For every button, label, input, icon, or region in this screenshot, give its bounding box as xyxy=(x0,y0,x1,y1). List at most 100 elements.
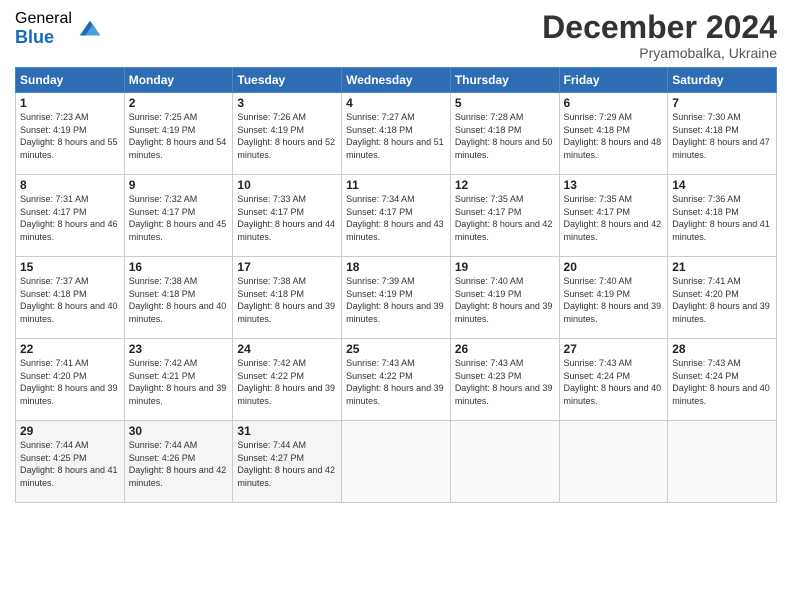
day-number: 15 xyxy=(20,260,120,274)
col-tuesday: Tuesday xyxy=(233,68,342,93)
day-number: 16 xyxy=(129,260,229,274)
calendar-table: Sunday Monday Tuesday Wednesday Thursday… xyxy=(15,67,777,503)
cell-info: Sunrise: 7:31 AMSunset: 4:17 PMDaylight:… xyxy=(20,193,120,243)
table-row: 21Sunrise: 7:41 AMSunset: 4:20 PMDayligh… xyxy=(668,257,777,339)
cell-info: Sunrise: 7:44 AMSunset: 4:27 PMDaylight:… xyxy=(237,439,337,489)
day-number: 26 xyxy=(455,342,555,356)
logo-blue: Blue xyxy=(15,28,72,48)
col-monday: Monday xyxy=(124,68,233,93)
subtitle: Pryamobalka, Ukraine xyxy=(542,45,777,61)
table-row: 16Sunrise: 7:38 AMSunset: 4:18 PMDayligh… xyxy=(124,257,233,339)
cell-info: Sunrise: 7:41 AMSunset: 4:20 PMDaylight:… xyxy=(672,275,772,325)
table-row xyxy=(559,421,668,503)
cell-info: Sunrise: 7:37 AMSunset: 4:18 PMDaylight:… xyxy=(20,275,120,325)
day-number: 18 xyxy=(346,260,446,274)
table-row xyxy=(450,421,559,503)
day-number: 10 xyxy=(237,178,337,192)
logo-icon xyxy=(76,15,104,43)
cell-info: Sunrise: 7:26 AMSunset: 4:19 PMDaylight:… xyxy=(237,111,337,161)
table-row: 10Sunrise: 7:33 AMSunset: 4:17 PMDayligh… xyxy=(233,175,342,257)
cell-info: Sunrise: 7:40 AMSunset: 4:19 PMDaylight:… xyxy=(564,275,664,325)
table-row: 17Sunrise: 7:38 AMSunset: 4:18 PMDayligh… xyxy=(233,257,342,339)
table-row: 13Sunrise: 7:35 AMSunset: 4:17 PMDayligh… xyxy=(559,175,668,257)
table-row: 7Sunrise: 7:30 AMSunset: 4:18 PMDaylight… xyxy=(668,93,777,175)
cell-info: Sunrise: 7:41 AMSunset: 4:20 PMDaylight:… xyxy=(20,357,120,407)
table-row: 14Sunrise: 7:36 AMSunset: 4:18 PMDayligh… xyxy=(668,175,777,257)
day-number: 13 xyxy=(564,178,664,192)
cell-info: Sunrise: 7:35 AMSunset: 4:17 PMDaylight:… xyxy=(455,193,555,243)
table-row: 30Sunrise: 7:44 AMSunset: 4:26 PMDayligh… xyxy=(124,421,233,503)
day-number: 6 xyxy=(564,96,664,110)
logo: General Blue xyxy=(15,10,104,47)
cell-info: Sunrise: 7:27 AMSunset: 4:18 PMDaylight:… xyxy=(346,111,446,161)
table-row: 18Sunrise: 7:39 AMSunset: 4:19 PMDayligh… xyxy=(342,257,451,339)
cell-info: Sunrise: 7:35 AMSunset: 4:17 PMDaylight:… xyxy=(564,193,664,243)
table-row: 15Sunrise: 7:37 AMSunset: 4:18 PMDayligh… xyxy=(16,257,125,339)
calendar-week-row: 15Sunrise: 7:37 AMSunset: 4:18 PMDayligh… xyxy=(16,257,777,339)
calendar-week-row: 29Sunrise: 7:44 AMSunset: 4:25 PMDayligh… xyxy=(16,421,777,503)
month-title: December 2024 xyxy=(542,10,777,45)
table-row: 23Sunrise: 7:42 AMSunset: 4:21 PMDayligh… xyxy=(124,339,233,421)
day-number: 28 xyxy=(672,342,772,356)
cell-info: Sunrise: 7:36 AMSunset: 4:18 PMDaylight:… xyxy=(672,193,772,243)
calendar-week-row: 22Sunrise: 7:41 AMSunset: 4:20 PMDayligh… xyxy=(16,339,777,421)
day-number: 5 xyxy=(455,96,555,110)
table-row: 22Sunrise: 7:41 AMSunset: 4:20 PMDayligh… xyxy=(16,339,125,421)
day-number: 27 xyxy=(564,342,664,356)
calendar-header-row: Sunday Monday Tuesday Wednesday Thursday… xyxy=(16,68,777,93)
day-number: 14 xyxy=(672,178,772,192)
table-row xyxy=(668,421,777,503)
cell-info: Sunrise: 7:38 AMSunset: 4:18 PMDaylight:… xyxy=(129,275,229,325)
table-row: 2Sunrise: 7:25 AMSunset: 4:19 PMDaylight… xyxy=(124,93,233,175)
table-row: 6Sunrise: 7:29 AMSunset: 4:18 PMDaylight… xyxy=(559,93,668,175)
cell-info: Sunrise: 7:29 AMSunset: 4:18 PMDaylight:… xyxy=(564,111,664,161)
table-row: 9Sunrise: 7:32 AMSunset: 4:17 PMDaylight… xyxy=(124,175,233,257)
table-row: 27Sunrise: 7:43 AMSunset: 4:24 PMDayligh… xyxy=(559,339,668,421)
cell-info: Sunrise: 7:23 AMSunset: 4:19 PMDaylight:… xyxy=(20,111,120,161)
cell-info: Sunrise: 7:44 AMSunset: 4:25 PMDaylight:… xyxy=(20,439,120,489)
day-number: 23 xyxy=(129,342,229,356)
cell-info: Sunrise: 7:44 AMSunset: 4:26 PMDaylight:… xyxy=(129,439,229,489)
table-row: 20Sunrise: 7:40 AMSunset: 4:19 PMDayligh… xyxy=(559,257,668,339)
day-number: 30 xyxy=(129,424,229,438)
day-number: 19 xyxy=(455,260,555,274)
day-number: 9 xyxy=(129,178,229,192)
cell-info: Sunrise: 7:43 AMSunset: 4:22 PMDaylight:… xyxy=(346,357,446,407)
calendar-week-row: 8Sunrise: 7:31 AMSunset: 4:17 PMDaylight… xyxy=(16,175,777,257)
title-block: December 2024 Pryamobalka, Ukraine xyxy=(542,10,777,61)
table-row: 25Sunrise: 7:43 AMSunset: 4:22 PMDayligh… xyxy=(342,339,451,421)
day-number: 29 xyxy=(20,424,120,438)
day-number: 31 xyxy=(237,424,337,438)
logo-general: General xyxy=(15,10,72,28)
table-row: 5Sunrise: 7:28 AMSunset: 4:18 PMDaylight… xyxy=(450,93,559,175)
day-number: 2 xyxy=(129,96,229,110)
cell-info: Sunrise: 7:32 AMSunset: 4:17 PMDaylight:… xyxy=(129,193,229,243)
cell-info: Sunrise: 7:25 AMSunset: 4:19 PMDaylight:… xyxy=(129,111,229,161)
day-number: 7 xyxy=(672,96,772,110)
day-number: 22 xyxy=(20,342,120,356)
table-row: 19Sunrise: 7:40 AMSunset: 4:19 PMDayligh… xyxy=(450,257,559,339)
col-wednesday: Wednesday xyxy=(342,68,451,93)
col-friday: Friday xyxy=(559,68,668,93)
day-number: 11 xyxy=(346,178,446,192)
table-row xyxy=(342,421,451,503)
table-row: 11Sunrise: 7:34 AMSunset: 4:17 PMDayligh… xyxy=(342,175,451,257)
table-row: 3Sunrise: 7:26 AMSunset: 4:19 PMDaylight… xyxy=(233,93,342,175)
calendar-week-row: 1Sunrise: 7:23 AMSunset: 4:19 PMDaylight… xyxy=(16,93,777,175)
cell-info: Sunrise: 7:28 AMSunset: 4:18 PMDaylight:… xyxy=(455,111,555,161)
cell-info: Sunrise: 7:40 AMSunset: 4:19 PMDaylight:… xyxy=(455,275,555,325)
table-row: 24Sunrise: 7:42 AMSunset: 4:22 PMDayligh… xyxy=(233,339,342,421)
table-row: 31Sunrise: 7:44 AMSunset: 4:27 PMDayligh… xyxy=(233,421,342,503)
day-number: 21 xyxy=(672,260,772,274)
day-number: 12 xyxy=(455,178,555,192)
table-row: 28Sunrise: 7:43 AMSunset: 4:24 PMDayligh… xyxy=(668,339,777,421)
header: General Blue December 2024 Pryamobalka, … xyxy=(15,10,777,61)
cell-info: Sunrise: 7:34 AMSunset: 4:17 PMDaylight:… xyxy=(346,193,446,243)
cell-info: Sunrise: 7:30 AMSunset: 4:18 PMDaylight:… xyxy=(672,111,772,161)
cell-info: Sunrise: 7:39 AMSunset: 4:19 PMDaylight:… xyxy=(346,275,446,325)
col-saturday: Saturday xyxy=(668,68,777,93)
day-number: 4 xyxy=(346,96,446,110)
table-row: 4Sunrise: 7:27 AMSunset: 4:18 PMDaylight… xyxy=(342,93,451,175)
day-number: 17 xyxy=(237,260,337,274)
day-number: 1 xyxy=(20,96,120,110)
